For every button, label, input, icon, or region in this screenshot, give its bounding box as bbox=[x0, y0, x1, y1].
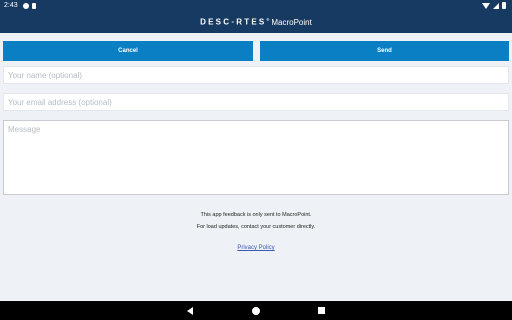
home-icon[interactable] bbox=[252, 307, 260, 315]
wifi-icon bbox=[482, 2, 490, 9]
doc-icon bbox=[31, 2, 36, 9]
app-bar: DESC◦RTES® MacroPoint bbox=[0, 11, 512, 33]
brand-mark: ® bbox=[266, 17, 270, 23]
brand-logo: DESC◦RTES® MacroPoint bbox=[200, 17, 312, 27]
brand-name-part2: RTES bbox=[236, 17, 267, 27]
status-time: 2:43 bbox=[4, 2, 18, 9]
battery-icon bbox=[502, 2, 506, 9]
cancel-button[interactable]: Cancel bbox=[3, 41, 253, 61]
signal-icon bbox=[493, 2, 499, 9]
g-icon bbox=[22, 2, 29, 9]
status-bar: 2:43 bbox=[0, 0, 512, 11]
email-input[interactable]: Your email address (optional) bbox=[3, 93, 509, 111]
privacy-policy-link[interactable]: Privacy Policy bbox=[0, 245, 512, 251]
message-textarea[interactable]: Message bbox=[3, 120, 509, 195]
send-button[interactable]: Send bbox=[260, 41, 509, 61]
name-input[interactable]: Your name (optional) bbox=[3, 66, 509, 84]
load-updates-note: For load updates, contact your customer … bbox=[196, 224, 316, 230]
back-icon[interactable] bbox=[187, 307, 193, 315]
system-nav-bar bbox=[0, 301, 512, 320]
product-name: MacroPoint bbox=[271, 17, 312, 27]
privacy-policy-label[interactable]: Privacy Policy bbox=[237, 245, 274, 251]
recents-icon[interactable] bbox=[318, 307, 325, 314]
brand-name-part1: DESC bbox=[200, 17, 232, 27]
feedback-note: This app feedback is only sent to MacroP… bbox=[200, 212, 312, 218]
status-icons bbox=[482, 2, 506, 9]
